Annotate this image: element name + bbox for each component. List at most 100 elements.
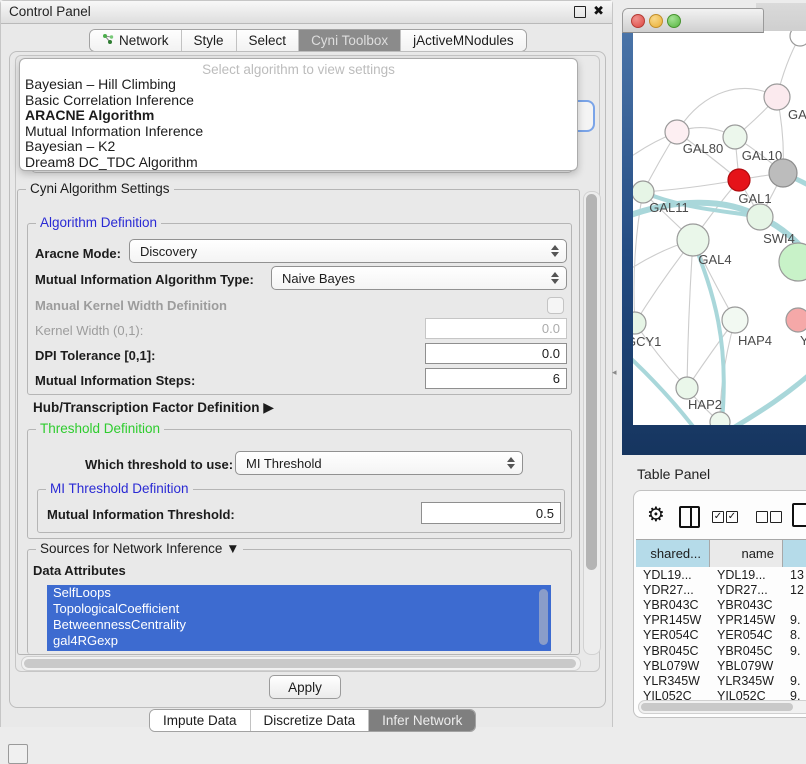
- algorithm-option-bayesian-k2[interactable]: Bayesian – K2: [20, 139, 577, 155]
- network-edge[interactable]: [635, 323, 687, 388]
- aracne-mode-value: Discovery: [140, 244, 197, 259]
- combo-arrows-icon: [551, 245, 559, 257]
- checked-checkbox-icon[interactable]: ✓: [726, 511, 738, 523]
- attribute-item-topologicalcoefficient[interactable]: TopologicalCoefficient: [47, 601, 551, 617]
- attribute-item-selfloops[interactable]: SelfLoops: [47, 585, 551, 601]
- column-header-shared[interactable]: shared...: [636, 540, 710, 567]
- network-node[interactable]: [790, 31, 806, 46]
- table-row[interactable]: YPR145WYPR145W9.: [636, 613, 806, 628]
- table-horizontal-scrollbar-thumb[interactable]: [641, 703, 793, 711]
- close-traffic-light-icon[interactable]: [631, 14, 645, 28]
- tab-select[interactable]: Select: [237, 30, 300, 51]
- apply-button[interactable]: Apply: [269, 675, 341, 699]
- table-cell: 9.: [783, 613, 806, 627]
- sources-title[interactable]: Sources for Network Inference ▼: [36, 541, 243, 556]
- close-icon[interactable]: ✖: [593, 3, 604, 19]
- network-node[interactable]: [728, 169, 750, 191]
- settings-horizontal-scrollbar[interactable]: [21, 656, 581, 671]
- tab-style[interactable]: Style: [182, 30, 237, 51]
- split-pane-handle[interactable]: ◂: [612, 367, 617, 378]
- network-node[interactable]: [769, 159, 797, 187]
- tab-jactivemnodules[interactable]: jActiveMNodules: [401, 30, 526, 51]
- dpi-tolerance-field[interactable]: 0.0: [425, 343, 567, 364]
- document-icon[interactable]: [792, 503, 806, 527]
- settings-horizontal-scrollbar-thumb[interactable]: [24, 659, 576, 668]
- zoom-traffic-light-icon[interactable]: [667, 14, 681, 28]
- network-window-titlebar[interactable]: [622, 8, 764, 33]
- table-panel-title: Table Panel: [637, 466, 710, 482]
- algorithm-option-mutual-information-inference[interactable]: Mutual Information Inference: [20, 124, 577, 140]
- network-node-hap2[interactable]: [676, 377, 698, 399]
- column-header-name[interactable]: name: [710, 540, 783, 567]
- table-row[interactable]: YBR043CYBR043C: [636, 597, 806, 612]
- list-scrollbar-thumb[interactable]: [539, 589, 548, 645]
- algorithm-option-dream8-dc-tdc-algorithm[interactable]: Dream8 DC_TDC Algorithm: [20, 155, 577, 171]
- network-node-gal[interactable]: [764, 84, 790, 110]
- which-threshold-value: MI Threshold: [246, 456, 322, 471]
- gear-icon[interactable]: ⚙: [647, 505, 665, 525]
- table-horizontal-scrollbar[interactable]: [638, 700, 806, 714]
- algorithm-option-basic-correlation-inference[interactable]: Basic Correlation Inference: [20, 93, 577, 109]
- mi-algorithm-type-combo[interactable]: Naive Bayes: [271, 266, 567, 290]
- checked-checkbox-icon[interactable]: ✓: [712, 511, 724, 523]
- column-header-3[interactable]: [783, 540, 806, 567]
- dpi-tolerance-label: DPI Tolerance [0,1]:: [35, 348, 155, 363]
- mi-threshold-definition-title: MI Threshold Definition: [46, 481, 193, 496]
- network-node-gal1[interactable]: [747, 204, 773, 230]
- algorithm-option-aracne-algorithm[interactable]: ARACNE Algorithm: [20, 108, 577, 124]
- network-edge[interactable]: [677, 88, 777, 132]
- table-row[interactable]: YER054CYER054C8.: [636, 628, 806, 643]
- table-cell: YBR043C: [636, 598, 710, 612]
- table-header-row: shared... name: [636, 539, 806, 568]
- attribute-item-betweennesscentrality[interactable]: BetweennessCentrality: [47, 617, 551, 633]
- table-cell: YDL19...: [710, 568, 783, 582]
- float-window-icon[interactable]: [574, 6, 586, 18]
- manual-kernel-width-checkbox[interactable]: [547, 297, 564, 314]
- mi-steps-label: Mutual Information Steps:: [35, 373, 195, 388]
- mi-threshold-field[interactable]: 0.5: [421, 502, 561, 524]
- algorithm-option-bayesian-hill-climbing[interactable]: Bayesian – Hill Climbing: [20, 77, 577, 93]
- network-node-hap4[interactable]: [722, 307, 748, 333]
- table-row[interactable]: YLR345WYLR345W9.: [636, 673, 806, 688]
- columns-icon[interactable]: [679, 506, 700, 528]
- network-edge-thick[interactable]: [725, 367, 806, 425]
- network-node[interactable]: [710, 412, 730, 425]
- table-rows: YDL19...YDL19...13YDR27...YDR27...12YBR0…: [636, 567, 806, 704]
- algorithm-dropdown-popup: Select algorithm to view settings Bayesi…: [19, 58, 578, 171]
- table-row[interactable]: YDR27...YDR27...12: [636, 582, 806, 597]
- network-node-gcy1[interactable]: [633, 312, 646, 334]
- hub-definition-toggle[interactable]: Hub/Transcription Factor Definition ▶: [33, 399, 274, 416]
- which-threshold-combo[interactable]: MI Threshold: [235, 451, 523, 475]
- tab-infer-network[interactable]: Infer Network: [369, 710, 475, 731]
- attribute-item-gal4rgexp[interactable]: gal4RGexp: [47, 633, 551, 649]
- tab-impute-data[interactable]: Impute Data: [150, 710, 251, 731]
- network-edge[interactable]: [643, 180, 739, 192]
- tab-discretize-data[interactable]: Discretize Data: [251, 710, 370, 731]
- unchecked-checkbox-icon[interactable]: [770, 511, 782, 523]
- data-attributes-list[interactable]: SelfLoopsTopologicalCoefficientBetweenne…: [47, 585, 551, 651]
- table-row[interactable]: YBL079WYBL079W: [636, 658, 806, 673]
- network-node-gal10[interactable]: [723, 125, 747, 149]
- kernel-width-label: Kernel Width (0,1):: [35, 323, 143, 338]
- node-label: GAL80: [683, 141, 723, 156]
- table-row[interactable]: YBR045CYBR045C9.: [636, 643, 806, 658]
- node-label: GAL: [788, 107, 806, 122]
- settings-vertical-scrollbar-thumb[interactable]: [586, 194, 597, 570]
- unchecked-checkbox-icon[interactable]: [756, 511, 768, 523]
- minimized-panel-icon[interactable]: [8, 744, 28, 764]
- mi-steps-field[interactable]: 6: [425, 368, 567, 389]
- manual-kernel-width-label: Manual Kernel Width Definition: [35, 298, 227, 313]
- aracne-mode-combo[interactable]: Discovery: [129, 239, 567, 263]
- network-node-swi4[interactable]: [779, 243, 806, 281]
- network-canvas[interactable]: GALGAL80GAL10GAL1GAL11GAL4SWI4GCY1HAP4YH…: [633, 31, 806, 425]
- tab-network[interactable]: Network: [90, 30, 182, 51]
- table-row[interactable]: YDL19...YDL19...13: [636, 567, 806, 582]
- kernel-width-field[interactable]: 0.0: [425, 318, 567, 339]
- network-edge[interactable]: [687, 240, 693, 388]
- minimize-traffic-light-icon[interactable]: [649, 14, 663, 28]
- network-node-y[interactable]: [786, 308, 806, 332]
- table-cell: YDL19...: [636, 568, 710, 582]
- settings-vertical-scrollbar[interactable]: [583, 191, 601, 655]
- tab-cyni-toolbox[interactable]: Cyni Toolbox: [299, 30, 401, 51]
- node-label: HAP4: [738, 333, 772, 348]
